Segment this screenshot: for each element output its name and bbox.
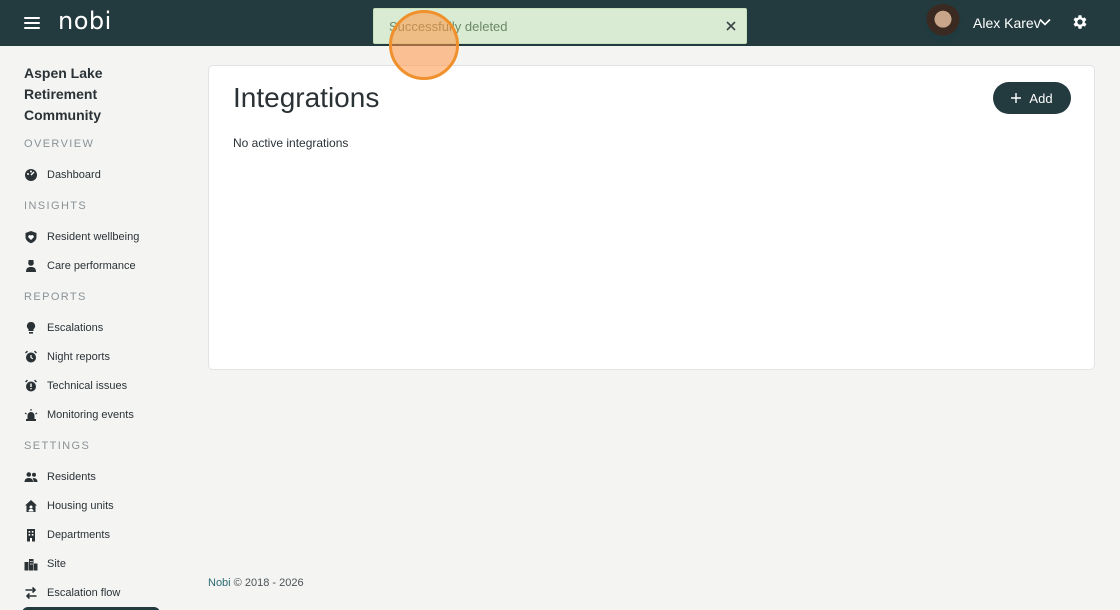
sidebar-item-label: Technical issues	[47, 380, 128, 392]
footer: Nobi © 2018 - 2026	[208, 577, 304, 589]
sidebar-item-label: Residents	[47, 471, 96, 483]
integrations-card: Integrations Add No active integrations	[208, 65, 1095, 370]
page-title: Integrations	[233, 82, 380, 113]
caregiver-icon	[26, 260, 36, 272]
sidebar-item-housing-units[interactable]: Housing units	[24, 496, 184, 516]
sidebar-item-escalations[interactable]: Escalations	[24, 318, 184, 338]
sidebar-item-label: Departments	[47, 529, 110, 541]
gear-icon[interactable]	[1071, 13, 1089, 31]
sidebar-item-departments[interactable]: Departments	[24, 525, 184, 545]
alert-clock-icon	[25, 379, 37, 392]
flow-arrows-icon	[25, 586, 37, 600]
section-heading-insights: INSIGHTS	[24, 200, 88, 212]
user-name[interactable]: Alex Karev	[973, 15, 1041, 31]
city-icon	[24, 559, 38, 571]
sidebar-item-label: Night reports	[47, 351, 110, 363]
sidebar-item-care-performance[interactable]: Care performance	[24, 256, 184, 276]
sidebar-item-label: Escalations	[47, 322, 104, 334]
sidebar-item-escalation-flow[interactable]: Escalation flow	[24, 583, 184, 603]
sidebar-item-label: Monitoring events	[47, 409, 134, 421]
home-user-icon	[25, 500, 37, 512]
footer-copyright: © 2018 - 2026	[230, 577, 304, 589]
sidebar: Aspen Lake Retirement Community OVERVIEW…	[0, 46, 190, 610]
sidebar-item-night-reports[interactable]: Night reports	[24, 347, 184, 367]
plus-icon	[1011, 93, 1022, 103]
sidebar-item-residents[interactable]: Residents	[24, 467, 184, 487]
siren-icon	[24, 409, 38, 421]
footer-brand-link[interactable]: Nobi	[208, 577, 231, 589]
sidebar-item-site[interactable]: Site	[24, 554, 184, 574]
sidebar-item-dashboard[interactable]: Dashboard	[24, 165, 184, 185]
shield-heart-icon	[25, 231, 37, 244]
nobi-logo[interactable]: nobi	[58, 7, 112, 35]
toast-message: Successfully deleted	[389, 19, 508, 34]
sidebar-item-label: Dashboard	[47, 169, 101, 181]
empty-state-text: No active integrations	[233, 136, 349, 150]
chevron-down-icon[interactable]	[1039, 16, 1051, 28]
sidebar-item-monitoring-events[interactable]: Monitoring events	[24, 405, 184, 425]
section-heading-settings: SETTINGS	[24, 440, 91, 452]
success-toast: Successfully deleted	[373, 8, 747, 44]
sidebar-item-resident-wellbeing[interactable]: Resident wellbeing	[24, 227, 184, 247]
sidebar-item-label: Escalation flow	[47, 587, 121, 599]
lightbulb-icon	[26, 321, 36, 334]
alarm-clock-icon	[25, 350, 37, 363]
sidebar-item-label: Housing units	[47, 500, 114, 512]
section-heading-overview: OVERVIEW	[24, 138, 95, 150]
people-icon	[24, 472, 38, 482]
building-icon	[27, 529, 35, 542]
menu-icon[interactable]	[24, 14, 40, 32]
sidebar-item-label: Resident wellbeing	[47, 231, 140, 243]
sidebar-item-label: Site	[47, 558, 66, 570]
close-icon[interactable]	[724, 19, 738, 33]
add-integration-button[interactable]: Add	[993, 82, 1071, 114]
add-button-label: Add	[1029, 90, 1053, 106]
section-heading-reports: REPORTS	[24, 291, 87, 303]
site-name: Aspen Lake Retirement Community	[24, 65, 103, 123]
avatar[interactable]	[924, 4, 962, 42]
dashboard-icon	[25, 169, 37, 181]
sidebar-item-label: Care performance	[47, 260, 136, 272]
sidebar-item-technical-issues[interactable]: Technical issues	[24, 376, 184, 396]
